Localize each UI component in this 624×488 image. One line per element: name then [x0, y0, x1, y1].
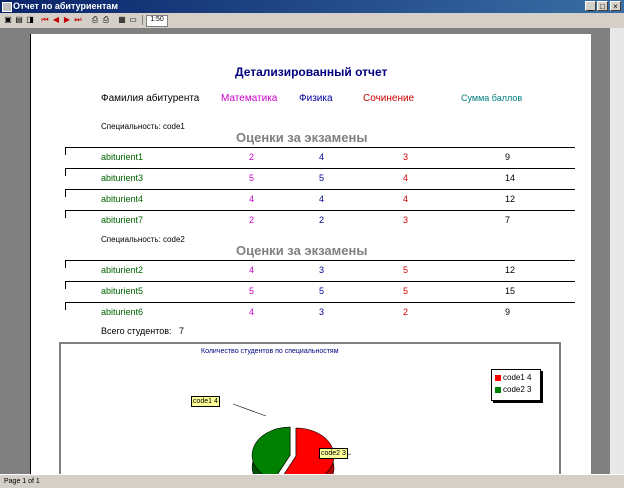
cell-essay: 3	[403, 152, 409, 162]
cell-name: abiturient3	[101, 173, 144, 183]
row-bracket	[65, 210, 66, 218]
header-total: Сумма баллов	[461, 93, 523, 103]
total-value: 7	[179, 326, 185, 336]
row-separator	[65, 281, 575, 282]
cell-total: 9	[505, 307, 511, 317]
app-icon	[2, 2, 12, 12]
cell-total: 9	[505, 152, 511, 162]
cell-essay: 4	[403, 194, 409, 204]
row-separator	[65, 168, 575, 169]
cell-essay: 5	[403, 265, 409, 275]
legend-label: code2 3	[503, 385, 532, 394]
cell-name: abiturient1	[101, 152, 144, 162]
slice-label: code1 4	[191, 396, 220, 407]
legend-swatch	[495, 386, 501, 393]
legend-item: code1 4	[495, 373, 531, 382]
vertical-scrollbar[interactable]	[610, 28, 624, 474]
row-separator	[65, 302, 575, 303]
cell-name: abiturient6	[101, 307, 144, 317]
window-title: Отчет по абитуриентам	[13, 1, 119, 11]
cell-math: 2	[249, 152, 255, 162]
row-bracket	[65, 147, 66, 155]
preview-area[interactable]: Детализированный отчет Фамилия абитурент…	[0, 28, 610, 474]
pie-chart	[232, 403, 352, 474]
maximize-button[interactable]: □	[597, 1, 608, 11]
prev-page-icon[interactable]: ◀	[51, 15, 61, 25]
section-title: Оценки за экзамены	[236, 130, 368, 145]
cell-physics: 3	[319, 307, 325, 317]
cell-physics: 4	[319, 152, 325, 162]
zoom-box[interactable]: 1:50	[146, 15, 168, 27]
page-indicator: Page 1 of 1	[4, 478, 40, 485]
cell-total: 7	[505, 215, 511, 225]
cell-essay: 5	[403, 286, 409, 296]
report-page: Детализированный отчет Фамилия абитурент…	[30, 34, 591, 474]
next-page-icon[interactable]: ▶	[62, 15, 72, 25]
cell-total: 12	[505, 194, 516, 204]
row-separator	[65, 260, 575, 261]
specialty-label: Специальность: code2	[101, 235, 185, 244]
cell-essay: 4	[403, 173, 409, 183]
first-page-icon[interactable]: ⏮	[40, 15, 50, 25]
cell-total: 12	[505, 265, 516, 275]
row-separator	[65, 189, 575, 190]
cell-physics: 5	[319, 173, 325, 183]
cell-name: abiturient7	[101, 215, 144, 225]
chart-legend: code1 4 code2 3	[491, 369, 541, 401]
header-math: Математика	[221, 93, 278, 104]
section-title: Оценки за экзамены	[236, 243, 368, 258]
title-bar: Отчет по абитуриентам _ □ ×	[0, 0, 624, 13]
printer-setup-icon[interactable]: ⎙	[101, 15, 111, 25]
last-page-icon[interactable]: ⏭	[73, 15, 83, 25]
cell-total: 15	[505, 286, 516, 296]
cell-total: 14	[505, 173, 516, 183]
cell-physics: 5	[319, 286, 325, 296]
cell-math: 2	[249, 215, 255, 225]
cell-essay: 3	[403, 215, 409, 225]
cell-math: 5	[249, 173, 255, 183]
total-label: Всего студентов:	[101, 326, 172, 336]
whole-page-icon[interactable]: ▣	[3, 15, 13, 25]
slice-label: code2 3	[319, 448, 348, 459]
cell-physics: 4	[319, 194, 325, 204]
legend-swatch	[495, 374, 501, 381]
cell-math: 5	[249, 286, 255, 296]
header-physics: Физика	[299, 93, 333, 104]
open-icon[interactable]: ▭	[128, 15, 138, 25]
legend-label: code1 4	[503, 373, 532, 382]
pie-slice-code2	[251, 426, 291, 474]
row-separator	[65, 147, 575, 148]
save-icon[interactable]: ▦	[117, 15, 127, 25]
preview-toolbar: ▣ ▤ ◨ ⏮ ◀ ▶ ⏭ ⎙ ⎙ ▦ ▭ 1:50	[0, 13, 624, 29]
cell-math: 4	[249, 307, 255, 317]
status-bar: Page 1 of 1	[0, 474, 624, 488]
close-button[interactable]: ×	[610, 1, 621, 11]
cell-name: abiturient4	[101, 194, 144, 204]
toolbar-separator	[142, 15, 143, 25]
row-bracket	[65, 302, 66, 310]
legend-item: code2 3	[495, 385, 531, 394]
row-separator	[65, 210, 575, 211]
cell-physics: 3	[319, 265, 325, 275]
report-title: Детализированный отчет	[235, 65, 388, 79]
chart-frame: Количество студентов по специальностям c…	[59, 342, 561, 474]
row-bracket	[65, 189, 66, 197]
specialty-label: Специальность: code1	[101, 122, 185, 131]
cell-math: 4	[249, 265, 255, 275]
row-bracket	[65, 168, 66, 176]
zoom-icon[interactable]: ◨	[25, 15, 35, 25]
row-bracket	[65, 260, 66, 268]
print-icon[interactable]: ⎙	[90, 15, 100, 25]
header-essay: Сочинение	[363, 93, 415, 104]
minimize-button[interactable]: _	[585, 1, 596, 11]
cell-essay: 2	[403, 307, 409, 317]
cell-name: abiturient5	[101, 286, 144, 296]
header-name: Фамилия абитурента	[101, 93, 200, 104]
cell-math: 4	[249, 194, 255, 204]
slice-label-leader	[232, 403, 267, 417]
page-width-icon[interactable]: ▤	[14, 15, 24, 25]
row-bracket	[65, 281, 66, 289]
cell-name: abiturient2	[101, 265, 144, 275]
cell-physics: 2	[319, 215, 325, 225]
